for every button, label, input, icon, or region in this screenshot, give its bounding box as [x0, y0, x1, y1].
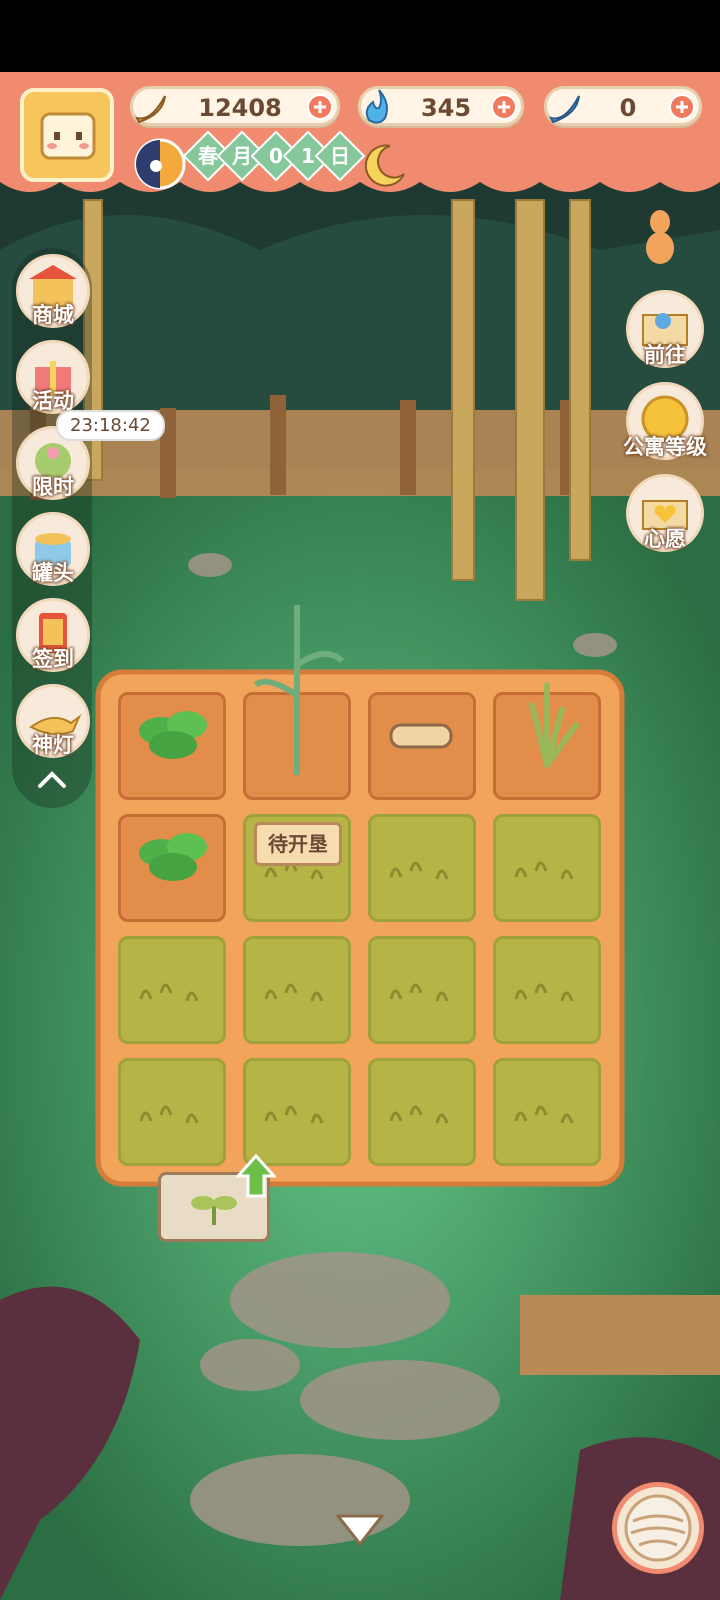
yarn-ball-button[interactable] [612, 1482, 704, 1574]
limited-timer: 23:18:42 [56, 410, 165, 441]
wild-grass-icon [264, 983, 324, 1002]
magic-lamp-label: 神灯 [32, 733, 74, 757]
shop-label: 商城 [32, 303, 74, 327]
farm-plot-11[interactable] [368, 936, 476, 1044]
wild-grass-icon [514, 1105, 574, 1124]
wild-grass-icon [139, 983, 199, 1002]
farm-plot-2[interactable] [243, 605, 351, 800]
player-avatar[interactable] [20, 88, 114, 182]
banana-icon [135, 95, 166, 124]
farm-plot-15[interactable] [368, 1058, 476, 1166]
flame-value: 345 [420, 94, 472, 122]
flame-currency: 345 [358, 86, 524, 126]
checkin-label: 签到 [32, 647, 74, 671]
add-flame-button[interactable] [491, 94, 517, 120]
farm-plot-12[interactable] [493, 936, 601, 1044]
wild-grass-icon [139, 1105, 199, 1124]
log-icon [389, 723, 453, 749]
goto-button[interactable]: 前往 [626, 290, 704, 368]
moon-icon[interactable] [360, 140, 410, 190]
wild-grass-icon [389, 861, 449, 880]
blue-banana-value: 0 [619, 94, 637, 122]
wild-grass-icon [514, 861, 574, 880]
blue-flame-icon [365, 89, 388, 124]
leafy-crop-icon [139, 833, 207, 881]
blue-banana-currency: 0 [544, 86, 702, 126]
farm-plot-13[interactable] [118, 1058, 226, 1166]
upgrade-arrow-icon [236, 1154, 276, 1198]
farm-plot-8[interactable] [493, 814, 601, 922]
wish-button[interactable]: 心愿 [626, 474, 704, 552]
event-button[interactable]: 活动 [16, 340, 90, 414]
game-date: 春 月 0 1 日 [168, 130, 366, 190]
gourd-icon[interactable] [640, 204, 680, 268]
expand-down-icon[interactable] [332, 1508, 388, 1552]
apartment-level-button[interactable]: 公寓等级 [623, 382, 707, 460]
farm-plot-1[interactable] [118, 692, 226, 800]
farm-plot-9[interactable] [118, 936, 226, 1044]
can-button[interactable]: 罐头 [16, 512, 90, 586]
farm-plot-4[interactable] [493, 682, 601, 800]
farm-plot-5[interactable] [118, 814, 226, 922]
limited-label: 限时 [32, 475, 74, 499]
date-day-text: 日 [330, 144, 350, 168]
add-blue-banana-button[interactable] [669, 94, 695, 120]
checkin-button[interactable]: 签到 [16, 598, 90, 672]
farm-plot-10[interactable] [243, 936, 351, 1044]
wish-label: 心愿 [644, 527, 686, 551]
farm-plot-14[interactable] [243, 1058, 351, 1166]
grass-sprout-icon [529, 682, 579, 768]
garden-background [0, 72, 720, 1600]
goto-label: 前往 [644, 343, 686, 367]
unlock-plot-sign[interactable]: 待开垦 [254, 822, 342, 866]
wild-grass-icon [389, 983, 449, 1002]
shop-button[interactable]: 商城 [16, 254, 90, 328]
banana-value: 12408 [198, 94, 282, 122]
blue-banana-icon [549, 95, 580, 124]
yarn-ball-icon [624, 1494, 692, 1562]
wild-grass-icon [264, 1105, 324, 1124]
collapse-menu-chevron-icon[interactable] [32, 766, 72, 796]
farm-plot-3[interactable] [368, 692, 476, 800]
farm-plot-7[interactable] [368, 814, 476, 922]
wild-grass-icon [389, 1105, 449, 1124]
game-stage: 12408 345 0 春 月 0 1 日 商城 活动 限时 23:18:42 … [0, 0, 720, 1600]
farm-plot-16[interactable] [493, 1058, 601, 1166]
banana-currency: 12408 [130, 86, 340, 126]
corn-crop-icon [253, 605, 345, 775]
add-banana-button[interactable] [307, 94, 333, 120]
wild-grass-icon [514, 983, 574, 1002]
magic-lamp-button[interactable]: 神灯 [16, 684, 90, 758]
apartment-level-label: 公寓等级 [623, 435, 707, 459]
can-label: 罐头 [32, 561, 74, 585]
leafy-crop-icon [139, 711, 207, 759]
